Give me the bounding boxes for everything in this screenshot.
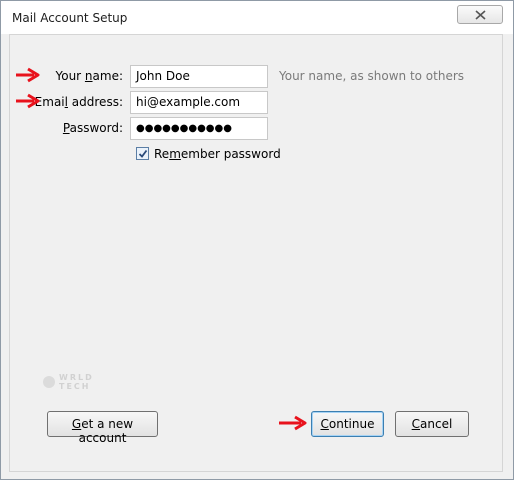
cancel-button[interactable]: Cancel xyxy=(395,411,469,437)
annotation-arrow-name-icon xyxy=(16,67,40,83)
watermark-logo: WRLD TECH xyxy=(41,373,109,393)
continue-button[interactable]: Continue xyxy=(311,411,384,437)
get-new-account-button[interactable]: Get a new account xyxy=(47,411,158,445)
mail-account-setup-window: Mail Account Setup Your name: John Doe Y… xyxy=(0,0,514,480)
watermark-icon xyxy=(43,376,55,388)
window-title: Mail Account Setup xyxy=(12,11,128,25)
title-bar[interactable]: Mail Account Setup xyxy=(1,1,513,34)
remember-password-checkbox[interactable] xyxy=(136,147,149,160)
name-input[interactable]: John Doe xyxy=(130,65,268,88)
close-button[interactable] xyxy=(457,5,503,24)
name-hint: Your name, as shown to others xyxy=(279,69,465,83)
annotation-arrow-email-icon xyxy=(16,93,40,109)
annotation-arrow-continue-icon xyxy=(279,415,307,431)
checkmark-icon xyxy=(138,149,148,158)
close-icon xyxy=(475,10,486,20)
password-label: Password: xyxy=(62,121,123,135)
password-input[interactable]: ●●●●●●●●●●● xyxy=(130,117,268,140)
email-input[interactable]: hi@example.com xyxy=(130,91,268,114)
watermark-text: WRLD TECH xyxy=(59,373,94,391)
remember-password-label[interactable]: Remember password xyxy=(154,147,281,161)
